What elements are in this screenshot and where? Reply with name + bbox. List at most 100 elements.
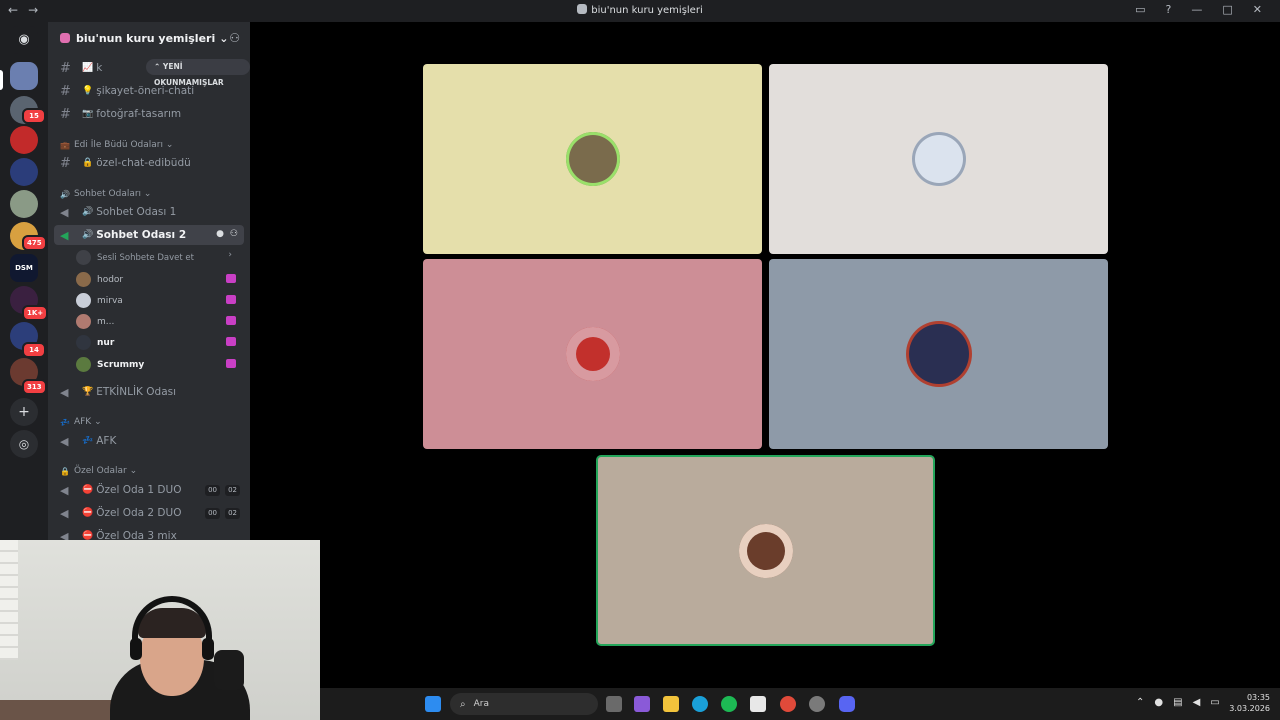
- clock-time: 03:35: [1246, 693, 1270, 702]
- user-count: 00: [205, 485, 220, 496]
- discord-home-icon[interactable]: ◉: [10, 26, 38, 54]
- category-header[interactable]: 🔊 Sohbet Odaları ⌄: [60, 189, 151, 199]
- task-view-icon[interactable]: [606, 696, 622, 712]
- title-bar: ← → biu'nun kuru yemişleri ▭ ? — □ ✕: [0, 0, 1280, 22]
- voice-tile-speaking[interactable]: [596, 455, 935, 646]
- unread-tooltip[interactable]: ⌃ YENİ OKUNMAMIŞLAR: [146, 59, 250, 87]
- voice-tile[interactable]: [423, 259, 762, 449]
- microphone-icon[interactable]: ●: [1154, 697, 1163, 708]
- server-icon-biu[interactable]: [10, 62, 38, 90]
- unread-badge: 15: [22, 108, 46, 124]
- window-title-text: biu'nun kuru yemişleri: [591, 5, 703, 16]
- channel-voice[interactable]: ◀ ⛔ Özel Oda 1 DUO 00 02: [54, 480, 244, 500]
- copilot-icon[interactable]: [634, 696, 650, 712]
- webcam-overlay: [0, 540, 320, 720]
- invite-to-voice[interactable]: Sesli Sohbete Davet et ›: [76, 248, 240, 267]
- network-icon[interactable]: ▤: [1173, 697, 1182, 708]
- minimize-icon[interactable]: —: [1191, 3, 1202, 16]
- discover-icon[interactable]: ◎: [10, 430, 38, 458]
- channel-voice[interactable]: ◀ ⛔ Özel Oda 2 DUO 00 02: [54, 503, 244, 523]
- app-icon[interactable]: [809, 696, 825, 712]
- category-header[interactable]: 💤 AFK ⌄: [60, 417, 102, 427]
- streaming-icon: [226, 295, 236, 304]
- chat-icon[interactable]: ●: [216, 229, 224, 239]
- avatar: [738, 523, 793, 578]
- add-member-icon[interactable]: ⚇: [230, 229, 238, 239]
- chrome-icon[interactable]: [780, 696, 796, 712]
- category-header[interactable]: 💼 Edi İle Büdü Odaları ⌄: [60, 140, 173, 150]
- clock[interactable]: 03:35 3.03.2026: [1229, 692, 1270, 714]
- speaker-icon: ◀: [60, 434, 69, 448]
- channel-voice[interactable]: ◀ 🏆 ETKİNLİK Odası: [54, 382, 244, 402]
- add-server-icon[interactable]: +: [10, 398, 38, 426]
- user-limit: 02: [225, 485, 240, 496]
- voice-tile[interactable]: [423, 64, 762, 254]
- streaming-icon: [226, 274, 236, 283]
- close-icon[interactable]: ✕: [1253, 3, 1262, 16]
- server-icon[interactable]: [10, 126, 38, 154]
- invite-icon: [76, 250, 91, 265]
- server-icon: [577, 4, 588, 14]
- voice-tile[interactable]: [769, 259, 1108, 449]
- edge-icon[interactable]: [692, 696, 708, 712]
- maximize-icon[interactable]: □: [1222, 3, 1232, 16]
- avatar: [908, 324, 969, 384]
- speaker-icon: ◀: [60, 385, 69, 399]
- help-icon[interactable]: ?: [1166, 3, 1172, 16]
- discord-icon[interactable]: [839, 696, 855, 712]
- unread-badge: 313: [22, 379, 47, 395]
- voice-tile[interactable]: [769, 64, 1108, 254]
- avatar: [911, 132, 966, 186]
- guild-name: biu'nun kuru yemişleri: [76, 31, 216, 45]
- voice-member[interactable]: Scrummy: [76, 355, 240, 374]
- chevron-right-icon: ›: [228, 250, 232, 260]
- streaming-icon: [226, 316, 236, 325]
- user-count: 00: [205, 508, 220, 519]
- guild-icon: [60, 33, 70, 43]
- channel-text[interactable]: # 📷 fotoğraf-tasarım: [54, 104, 244, 124]
- unread-badge: 475: [22, 235, 47, 251]
- streaming-icon: [226, 359, 236, 368]
- speaker-icon: ◀: [60, 483, 69, 497]
- voice-member[interactable]: mirva: [76, 291, 240, 310]
- speaker-icon: ◀: [60, 205, 69, 219]
- channel-text[interactable]: # 💡 şikayet-öneri-chati: [54, 81, 244, 101]
- battery-icon[interactable]: ▭: [1210, 697, 1219, 708]
- speaker-icon: ◀: [60, 506, 69, 520]
- add-member-icon[interactable]: ⚇: [229, 31, 240, 45]
- server-icon-dsm[interactable]: DSM: [10, 254, 38, 282]
- guild-header[interactable]: biu'nun kuru yemişleri ⌄ ⚇: [48, 22, 250, 54]
- spotify-icon[interactable]: [721, 696, 737, 712]
- category-header[interactable]: 🔒 Özel Odalar ⌄: [60, 466, 137, 476]
- volume-icon[interactable]: ◀: [1193, 697, 1201, 708]
- search-icon: ⌕: [460, 698, 466, 710]
- channel-text[interactable]: # 🔒 özel-chat-edibüdü: [54, 153, 244, 173]
- channel-voice-active[interactable]: ◀ 🔊 Sohbet Odası 2 ● ⚇: [54, 225, 244, 245]
- channel-voice[interactable]: ◀ 💤 AFK: [54, 431, 244, 451]
- avatar: [76, 314, 91, 329]
- selected-pill: [0, 70, 3, 90]
- chevron-up-icon[interactable]: ⌃: [1136, 697, 1144, 708]
- voice-member[interactable]: hodor: [76, 270, 240, 289]
- channel-sidebar: biu'nun kuru yemişleri ⌄ ⚇ # 📈 k ⌃ YENİ OK…: [48, 22, 250, 542]
- streaming-icon: [226, 337, 236, 346]
- window-title: biu'nun kuru yemişleri: [0, 4, 1280, 16]
- voice-member[interactable]: nur: [76, 333, 240, 352]
- avatar: [565, 132, 620, 186]
- taskbar-search[interactable]: ⌕ Ara: [450, 693, 598, 715]
- speaker-icon: ◀: [60, 228, 69, 242]
- windows-start-icon[interactable]: [425, 696, 441, 712]
- avatar: [76, 272, 91, 287]
- avatar: [76, 335, 91, 350]
- server-icon[interactable]: [10, 190, 38, 218]
- clock-date: 3.03.2026: [1229, 704, 1270, 713]
- channel-voice[interactable]: ◀ 🔊 Sohbet Odası 1: [54, 202, 244, 222]
- store-icon[interactable]: [750, 696, 766, 712]
- server-icon[interactable]: [10, 158, 38, 186]
- inbox-icon[interactable]: ▭: [1135, 3, 1145, 16]
- file-explorer-icon[interactable]: [663, 696, 679, 712]
- avatar: [76, 293, 91, 308]
- voice-member[interactable]: m...: [76, 312, 240, 331]
- user-limit: 02: [225, 508, 240, 519]
- server-rail: ◉ 15 475 DSM 1K+ 14 313 + ◎: [0, 22, 49, 542]
